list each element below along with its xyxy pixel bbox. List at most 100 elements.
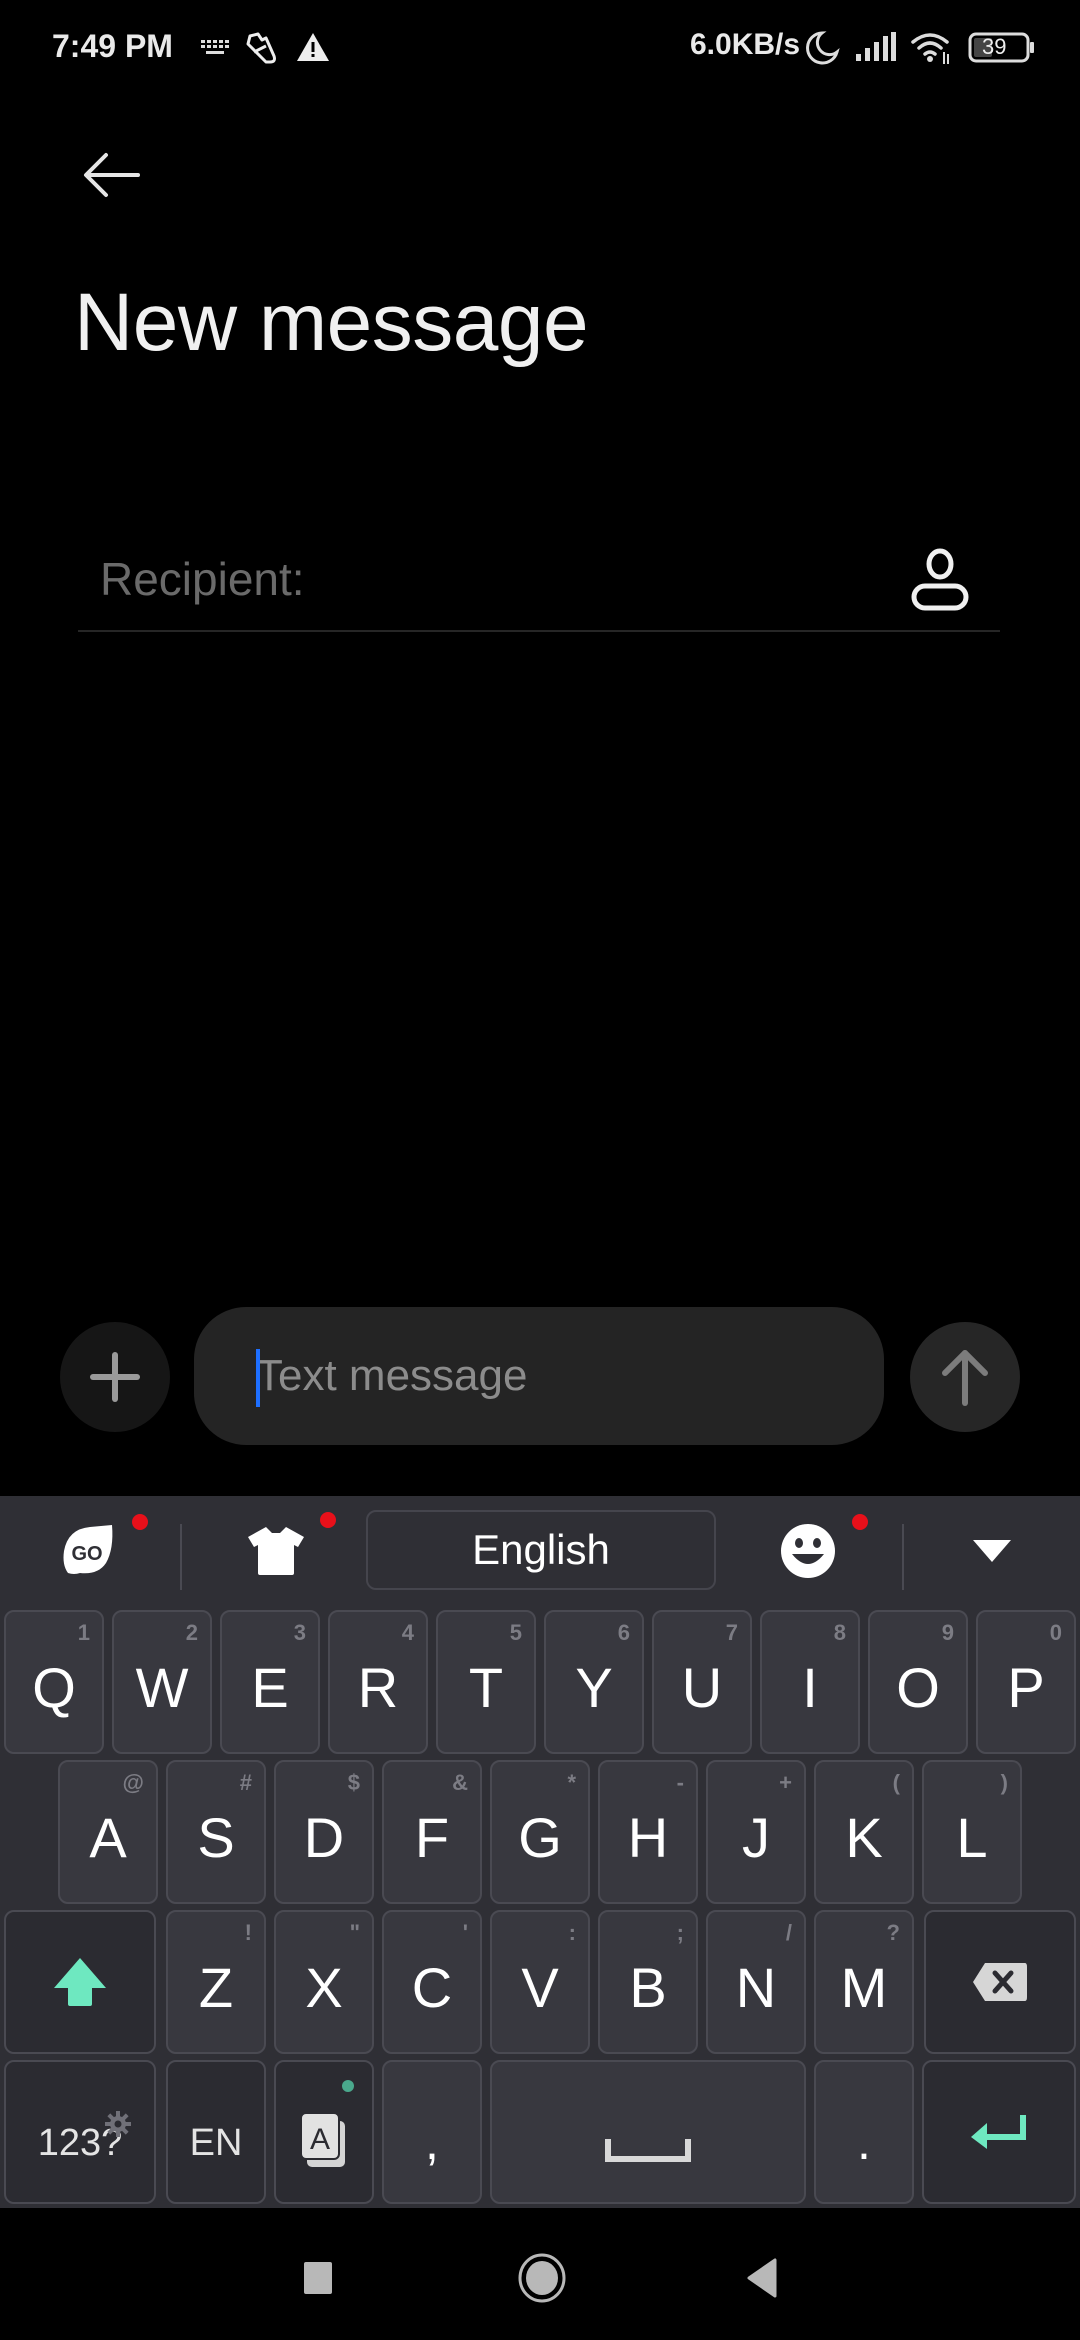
key-h[interactable]: -H	[598, 1760, 698, 1904]
key-label: S	[197, 1805, 235, 1869]
symbols-key[interactable]: 123?	[4, 2060, 156, 2204]
key-p[interactable]: 0P	[976, 1610, 1076, 1754]
person-icon	[911, 548, 969, 611]
period-key[interactable]: .	[814, 2060, 914, 2204]
home-button[interactable]	[502, 2238, 582, 2318]
notification-dot	[132, 1514, 148, 1530]
contact-picker-button[interactable]	[908, 544, 972, 614]
smiley-icon	[781, 1524, 835, 1578]
key-l[interactable]: ) L	[922, 1760, 1022, 1904]
attach-button[interactable]	[60, 1322, 170, 1432]
key-label: Q	[32, 1655, 76, 1719]
key-hint: :	[568, 1920, 576, 1945]
space-key[interactable]	[490, 2060, 806, 2204]
svg-text:GO: GO	[71, 1543, 102, 1565]
key-d[interactable]: $ D	[274, 1760, 374, 1904]
key-label: T	[468, 1655, 504, 1719]
backspace-icon	[973, 1963, 1027, 2001]
key-t[interactable]: 5T	[436, 1610, 536, 1754]
notification-dot	[852, 1514, 868, 1530]
key-i[interactable]: 8I	[760, 1610, 860, 1754]
key-a[interactable]: @ A	[58, 1760, 158, 1904]
key-k[interactable]: (K	[814, 1760, 914, 1904]
key-v[interactable]: :V	[490, 1910, 590, 2054]
arrow-up-icon	[942, 1350, 988, 1406]
key-label: G	[518, 1805, 562, 1869]
shift-key[interactable]	[4, 1910, 156, 2054]
key-label: H	[627, 1805, 669, 1869]
text-message-input[interactable]	[256, 1341, 856, 1411]
key-hint: (	[892, 1770, 900, 1795]
key-hint: 1	[77, 1620, 90, 1645]
key-y[interactable]: 6Y	[544, 1610, 644, 1754]
key-x[interactable]: " X	[274, 1910, 374, 2054]
key-hint: @	[122, 1770, 144, 1795]
toolbar-divider	[902, 1524, 904, 1590]
key-u[interactable]: 7U	[652, 1610, 752, 1754]
key-hint: 0	[1049, 1620, 1062, 1645]
key-label: M	[840, 1955, 888, 2019]
language-key[interactable]: EN	[166, 2060, 266, 2204]
shift-arrow-icon	[54, 1958, 106, 2006]
key-label: R	[357, 1655, 399, 1719]
key-hint: 8	[833, 1620, 846, 1645]
go-menu-button[interactable]: GO	[56, 1512, 148, 1590]
key-z[interactable]: ! Z	[166, 1910, 266, 2054]
key-c[interactable]: ' C	[382, 1910, 482, 2054]
key-label: Z	[198, 1955, 234, 2019]
key-s[interactable]: # S	[166, 1760, 266, 1904]
key-hint: /	[785, 1920, 792, 1945]
key-w[interactable]: 2W	[112, 1610, 212, 1754]
key-r[interactable]: 4R	[328, 1610, 428, 1754]
key-b[interactable]: ; B	[598, 1910, 698, 2054]
key-label: V	[521, 1955, 559, 2019]
clipboard-key[interactable]: A	[274, 2060, 374, 2204]
key-hint: 3	[293, 1620, 306, 1645]
message-box	[194, 1307, 884, 1445]
key-hint: #	[239, 1770, 252, 1795]
enter-key[interactable]	[922, 2060, 1076, 2204]
key-hint: +	[779, 1770, 792, 1795]
emoji-button[interactable]	[776, 1512, 868, 1590]
tshirt-icon	[248, 1527, 304, 1575]
plus-icon	[90, 1352, 140, 1402]
network-speed: 6.0KB/s	[690, 28, 801, 61]
svg-text:A: A	[310, 2123, 330, 2156]
key-f[interactable]: & F	[382, 1760, 482, 1904]
key-j[interactable]: + J	[706, 1760, 806, 1904]
key-label: J	[742, 1805, 770, 1869]
key-label: U	[681, 1655, 723, 1719]
language-selector[interactable]: English	[366, 1510, 716, 1590]
system-back-button[interactable]	[722, 2238, 802, 2318]
key-label: O	[896, 1655, 940, 1719]
triangle-back-icon	[747, 2258, 777, 2298]
keyboard: GO English 1 Q 2 W 3 E 4 R 5 T 6 Y 7 U 8 I 9 O 0 P @ A # S $ D & F *…	[0, 1496, 1080, 2208]
toolbar-divider	[180, 1524, 182, 1590]
recipient-input[interactable]	[100, 544, 880, 614]
back-button[interactable]	[80, 145, 152, 205]
battery-icon: 39	[968, 32, 1036, 69]
key-e[interactable]: 3E	[220, 1610, 320, 1754]
arrow-left-icon	[84, 153, 140, 197]
theme-button[interactable]	[244, 1512, 336, 1590]
key-label: I	[802, 1655, 818, 1719]
key-m[interactable]: ? M	[814, 1910, 914, 2054]
key-hint: ;	[676, 1920, 684, 1945]
key-hint: 4	[401, 1620, 414, 1645]
collapse-keyboard-button[interactable]	[960, 1512, 1024, 1590]
key-g[interactable]: * G	[490, 1760, 590, 1904]
send-button[interactable]	[910, 1322, 1020, 1432]
key-hint: 5	[509, 1620, 522, 1645]
key-label: D	[303, 1805, 345, 1869]
key-hint: &	[452, 1770, 468, 1795]
comma-key[interactable]: ,	[382, 2060, 482, 2204]
recents-button[interactable]	[278, 2238, 358, 2318]
backspace-key[interactable]	[924, 1910, 1076, 2054]
key-hint: -	[676, 1770, 684, 1795]
key-hint: *	[567, 1770, 576, 1795]
key-o[interactable]: 9O	[868, 1610, 968, 1754]
key-label: P	[1007, 1655, 1045, 1719]
notification-dot	[320, 1512, 336, 1528]
key-n[interactable]: / N	[706, 1910, 806, 2054]
key-q[interactable]: 1Q	[4, 1610, 104, 1754]
